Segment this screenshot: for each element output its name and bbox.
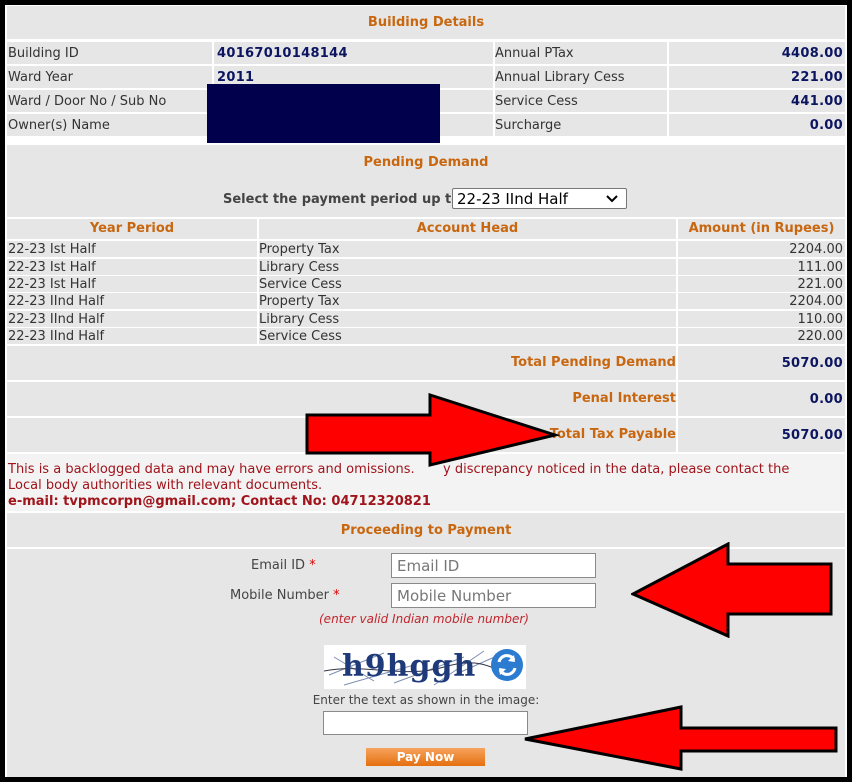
- annual-ptax-label: Annual PTax: [495, 46, 574, 61]
- annual-ptax-value: 4408.00: [781, 46, 843, 61]
- mobile-hint: (enter valid Indian mobile number): [319, 612, 529, 626]
- email-input[interactable]: [391, 553, 596, 578]
- annual-library-cess-label: Annual Library Cess: [495, 70, 625, 85]
- payment-period-value: 22-23 IInd Half: [457, 190, 568, 208]
- building-id-value: 40167010148144: [217, 46, 348, 61]
- row-year-period: 22-23 IInd Half: [8, 312, 105, 327]
- penal-interest-value: 0.00: [809, 392, 843, 407]
- building-id-label: Building ID: [8, 46, 79, 61]
- ward-year-value: 2011: [217, 70, 255, 85]
- row-year-period: 22-23 IInd Half: [8, 294, 105, 309]
- row-account-head: Property Tax: [259, 294, 340, 309]
- year-period-header: Year Period: [89, 221, 175, 236]
- row-amount: 2204.00: [789, 294, 843, 309]
- payment-period-select[interactable]: 22-23 IInd Half: [452, 188, 627, 209]
- row-account-head: Library Cess: [259, 260, 340, 275]
- total-tax-payable-value: 5070.00: [781, 428, 843, 443]
- total-pending-demand-label: Total Pending Demand: [511, 355, 676, 370]
- mobile-label-text: Mobile Number: [230, 588, 329, 603]
- arrow-to-total-icon: [305, 393, 561, 467]
- row-amount: 111.00: [797, 260, 844, 275]
- row-amount: 2204.00: [789, 242, 843, 257]
- row-account-head: Library Cess: [259, 312, 340, 327]
- ward-door-label: Ward / Door No / Sub No: [8, 94, 167, 109]
- service-cess-value: 441.00: [791, 94, 843, 109]
- row-account-head: Service Cess: [259, 329, 342, 344]
- notice-line-2: Local body authorities with relevant doc…: [8, 478, 323, 493]
- row-amount: 220.00: [797, 329, 844, 344]
- contact-info: e-mail: tvpmcorpn@gmail.com; Contact No:…: [8, 494, 431, 509]
- payment-period-label: Select the payment period up to: [223, 192, 461, 207]
- refresh-captcha-icon[interactable]: [489, 647, 525, 683]
- redaction-block: [207, 84, 440, 143]
- row-year-period: 22-23 Ist Half: [8, 260, 96, 275]
- annual-library-cess-value: 221.00: [791, 70, 843, 85]
- row-year-period: 22-23 Ist Half: [8, 242, 96, 257]
- ward-year-label: Ward Year: [8, 70, 74, 85]
- pay-now-button[interactable]: Pay Now: [366, 748, 485, 766]
- captcha-text: h9hggh: [342, 649, 477, 684]
- account-head-header: Account Head: [416, 221, 519, 236]
- owner-name-label: Owner(s) Name: [8, 118, 110, 133]
- email-label-text: Email ID: [251, 558, 306, 573]
- chevron-down-icon: [606, 195, 618, 203]
- mobile-label: Mobile Number *: [230, 588, 340, 603]
- surcharge-value: 0.00: [809, 118, 843, 133]
- building-payment-form: Building Details Building ID 40167010148…: [5, 5, 847, 777]
- required-mark: *: [333, 588, 340, 603]
- payment-title: Proceeding to Payment: [340, 523, 512, 538]
- row-account-head: Service Cess: [259, 277, 342, 292]
- arrow-to-captcha-icon: [524, 705, 838, 771]
- mobile-input[interactable]: [391, 583, 596, 608]
- pending-demand-title: Pending Demand: [363, 155, 489, 170]
- amount-header: Amount (in Rupees): [688, 221, 835, 236]
- total-pending-demand-value: 5070.00: [781, 356, 843, 371]
- surcharge-label: Surcharge: [495, 118, 562, 133]
- row-account-head: Property Tax: [259, 242, 340, 257]
- captcha-input[interactable]: [323, 711, 528, 735]
- email-label: Email ID *: [251, 558, 316, 573]
- row-amount: 110.00: [797, 312, 844, 327]
- service-cess-label: Service Cess: [495, 94, 578, 109]
- building-details-title: Building Details: [367, 15, 485, 30]
- arrow-to-inputs-icon: [631, 542, 833, 638]
- row-amount: 221.00: [797, 277, 844, 292]
- row-year-period: 22-23 Ist Half: [8, 277, 96, 292]
- row-year-period: 22-23 IInd Half: [8, 329, 105, 344]
- required-mark: *: [309, 558, 316, 573]
